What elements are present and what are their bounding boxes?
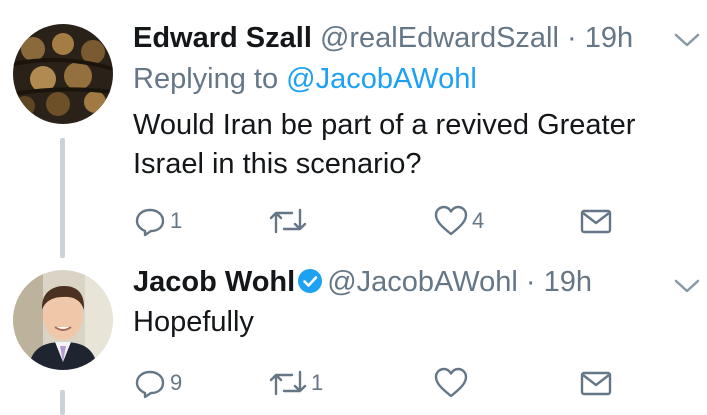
reply-button[interactable]: 9 (133, 363, 182, 403)
direct-message-button[interactable] (579, 363, 613, 403)
avatar[interactable] (13, 24, 113, 124)
tweet-header: Jacob Wohl @JacobAWohl · 19h (133, 264, 647, 303)
tweet-edward-szall[interactable]: Edward Szall @realEdwardSzall · 19h Repl… (0, 0, 707, 262)
reply-button[interactable]: 1 (133, 201, 182, 241)
like-button[interactable]: 4 (433, 201, 484, 241)
avatar-image (13, 270, 113, 370)
tweet-text: Hopefully (133, 306, 254, 338)
reply-icon (135, 208, 165, 237)
heart-icon (434, 367, 468, 398)
verified-badge-icon (297, 267, 323, 303)
like-count: 4 (472, 208, 485, 233)
username[interactable]: @JacobAWohl (327, 266, 518, 298)
retweet-button[interactable] (268, 201, 311, 241)
reply-count: 1 (170, 208, 183, 233)
like-button[interactable] (433, 363, 472, 403)
retweet-button[interactable]: 1 (268, 363, 323, 403)
avatar[interactable] (13, 270, 113, 370)
tweet-actions: 9 1 (133, 363, 633, 403)
avatar-image (13, 24, 113, 124)
retweet-icon (269, 370, 307, 396)
chevron-down-icon[interactable] (673, 276, 701, 296)
thread-line (60, 138, 65, 258)
separator-dot: · (525, 266, 536, 298)
tweet-text: Would Iran be part of a revived Greater … (133, 109, 636, 180)
envelope-icon (580, 209, 612, 234)
replying-to-link[interactable]: @JacobAWohl (286, 63, 477, 95)
heart-icon (434, 205, 468, 236)
timestamp[interactable]: 19h (585, 22, 633, 54)
chevron-down-icon[interactable] (673, 30, 701, 50)
replying-to-prefix: Replying to (133, 63, 279, 95)
tweet-jacob-wohl[interactable]: Jacob Wohl @JacobAWohl · 19h Hopefully 9 … (0, 262, 707, 415)
display-name[interactable]: Jacob Wohl (133, 266, 295, 298)
tweet-actions: 1 4 (133, 201, 633, 241)
thread-line (60, 390, 65, 415)
replying-to: Replying to @JacobAWohl (133, 61, 477, 97)
reply-count: 9 (170, 370, 183, 395)
retweet-count: 1 (311, 370, 324, 395)
reply-icon (135, 370, 165, 399)
envelope-icon (580, 371, 612, 396)
username[interactable]: @realEdwardSzall (320, 22, 559, 54)
display-name[interactable]: Edward Szall (133, 22, 312, 54)
tweet-header: Edward Szall @realEdwardSzall · 19h (133, 20, 647, 56)
timestamp[interactable]: 19h (544, 266, 592, 298)
separator-dot: · (567, 22, 577, 54)
retweet-icon (269, 208, 307, 234)
direct-message-button[interactable] (579, 201, 613, 241)
